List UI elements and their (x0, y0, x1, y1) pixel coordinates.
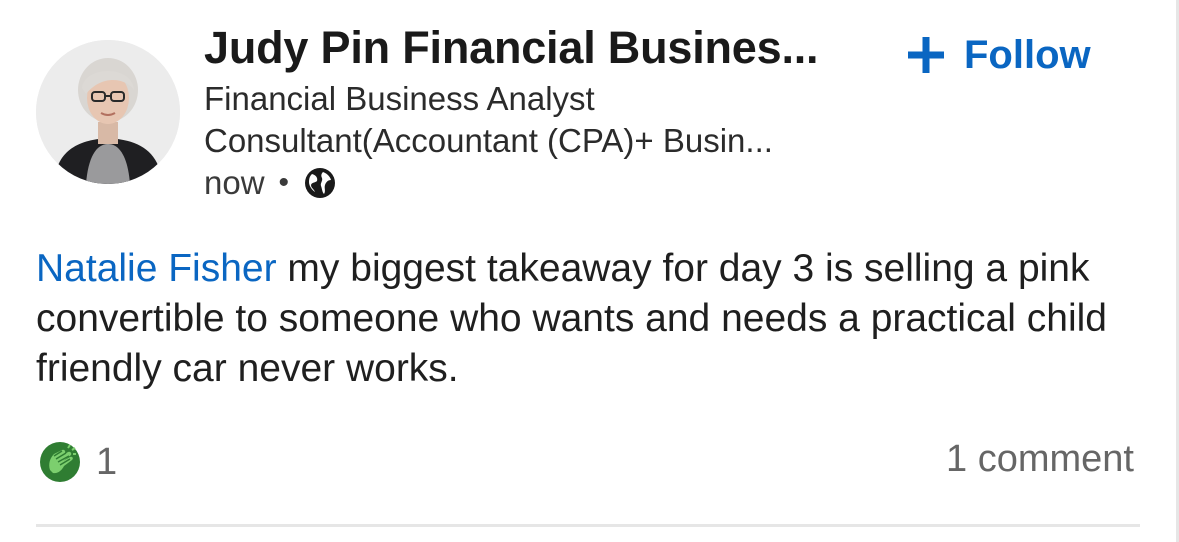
post-card: Judy Pin Financial Busines... Follow Fin… (0, 0, 1179, 542)
reactions-summary[interactable]: 1 (38, 440, 117, 484)
author-headline-line2: Consultant(Accountant (CPA)+ Busin... (204, 122, 773, 159)
mention-link[interactable]: Natalie Fisher (36, 247, 277, 290)
globe-icon (305, 168, 336, 198)
post-meta: now • (204, 164, 337, 202)
author-headline-line1: Financial Business Analyst (204, 80, 595, 117)
plus-icon (908, 37, 944, 73)
comment-body: Natalie Fisher my biggest takeaway for d… (36, 244, 1146, 394)
author-photo-icon (36, 40, 180, 184)
follow-button[interactable]: Follow (906, 32, 1091, 78)
comments-count-link[interactable]: 1 comment (946, 438, 1134, 481)
post-time: now (204, 164, 265, 201)
author-name[interactable]: Judy Pin Financial Busines... (204, 22, 819, 74)
meta-separator: • (278, 166, 290, 199)
celebrate-clap-icon (40, 442, 80, 482)
follow-label: Follow (964, 32, 1091, 77)
reaction-count: 1 (96, 440, 118, 483)
author-avatar[interactable] (36, 40, 180, 184)
divider (36, 524, 1140, 527)
